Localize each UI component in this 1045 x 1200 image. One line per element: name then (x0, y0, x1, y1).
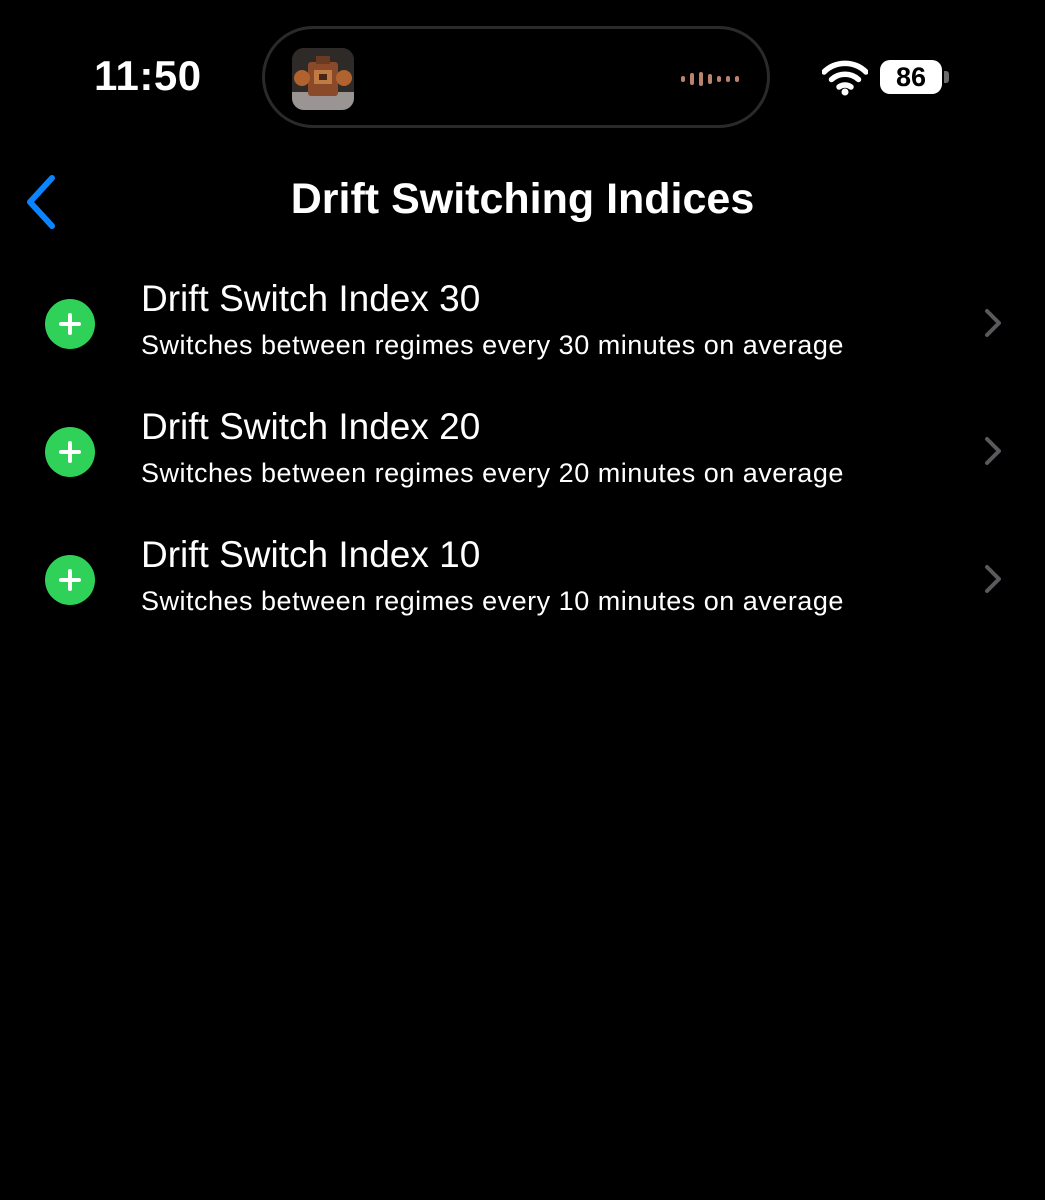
plus-circle-icon[interactable] (45, 427, 95, 477)
wifi-icon (821, 60, 869, 96)
album-artwork[interactable] (292, 48, 354, 110)
indices-list: Drift Switch Index 30 Switches between r… (0, 262, 1045, 646)
battery-tip (944, 71, 949, 83)
plus-circle-icon[interactable] (45, 299, 95, 349)
list-item-title: Drift Switch Index 20 (141, 406, 481, 447)
list-item[interactable]: Drift Switch Index 30 Switches between r… (0, 262, 1045, 390)
list-item-title: Drift Switch Index 30 (141, 278, 481, 319)
dynamic-island[interactable] (262, 26, 770, 128)
list-item-subtitle: Switches between regimes every 30 minute… (141, 330, 844, 360)
status-bar: 11:50 86 (0, 0, 1045, 150)
chevron-right-icon (982, 306, 1004, 340)
chevron-right-icon (982, 434, 1004, 468)
list-item-title: Drift Switch Index 10 (141, 534, 481, 575)
battery-indicator: 86 (880, 60, 950, 96)
plus-circle-icon[interactable] (45, 555, 95, 605)
list-item-subtitle: Switches between regimes every 10 minute… (141, 586, 844, 616)
list-item[interactable]: Drift Switch Index 10 Switches between r… (0, 518, 1045, 646)
list-item[interactable]: Drift Switch Index 20 Switches between r… (0, 390, 1045, 518)
audio-waveform-icon (681, 72, 739, 86)
page-title: Drift Switching Indices (290, 175, 755, 223)
chevron-right-icon (982, 562, 1004, 596)
status-time: 11:50 (94, 52, 202, 99)
list-item-subtitle: Switches between regimes every 20 minute… (141, 458, 844, 488)
battery-level: 86 (895, 62, 927, 92)
